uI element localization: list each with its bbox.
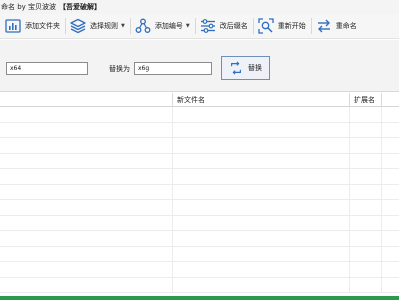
title-bar: 命名 by 宝贝波波 【吾爱破解】 — [0, 0, 399, 14]
table-cell — [172, 215, 349, 230]
file-table: 新文件名 扩展名 — [0, 93, 399, 296]
restart-label: 重新开始 — [277, 22, 306, 30]
table-cell — [172, 169, 349, 184]
table-cell — [349, 277, 381, 292]
table-cell — [349, 153, 381, 168]
replace-button-label: 替换 — [248, 64, 262, 72]
add-folder-button[interactable]: 添加文件夹 — [2, 16, 64, 37]
table-cell — [381, 231, 399, 246]
table-cell — [172, 107, 349, 122]
table-cell — [381, 246, 399, 261]
status-bar — [0, 296, 399, 300]
table-cell — [172, 153, 349, 168]
table-cell — [349, 184, 381, 199]
table-cell — [172, 184, 349, 199]
column-header-extra[interactable] — [381, 93, 399, 107]
network-icon — [135, 18, 151, 33]
column-header-new-name[interactable]: 新文件名 — [172, 93, 349, 107]
column-header-extension[interactable]: 扩展名 — [349, 93, 381, 107]
replace-icon — [231, 61, 241, 75]
table-row[interactable] — [0, 231, 399, 247]
table-row[interactable] — [0, 184, 399, 200]
rename-button[interactable]: 重命名 — [313, 16, 361, 37]
table-cell — [349, 246, 381, 261]
toolbar-divider — [194, 18, 196, 34]
table-cell — [381, 169, 399, 184]
table-cell — [172, 200, 349, 215]
table-cell — [349, 122, 381, 137]
toolbar-divider — [310, 18, 312, 34]
select-rules-label: 选择规则 — [90, 22, 118, 30]
toolbar-divider — [252, 18, 254, 34]
table-cell — [349, 215, 381, 230]
table-cell — [172, 138, 349, 153]
table-row[interactable] — [0, 153, 399, 169]
rename-label: 重命名 — [335, 22, 357, 30]
table-row[interactable] — [0, 215, 399, 231]
window-title: 命名 by 宝贝波波 — [1, 3, 57, 11]
replace-input[interactable] — [134, 62, 212, 75]
table-cell — [381, 107, 399, 122]
replace-with-label: 替换为 — [109, 65, 130, 73]
change-extension-button[interactable]: 改后缀名 — [197, 16, 252, 37]
table-cell — [349, 169, 381, 184]
swap-arrows-icon — [317, 19, 330, 33]
table-row[interactable] — [0, 277, 399, 293]
table-row[interactable] — [0, 107, 399, 123]
table-cell — [381, 138, 399, 153]
chevron-down-icon[interactable]: ▼ — [186, 23, 190, 29]
table-body — [0, 107, 399, 293]
table-row[interactable] — [0, 122, 399, 138]
table-cell — [349, 200, 381, 215]
column-header-original[interactable] — [0, 93, 172, 107]
title-badge: 【吾爱破解】 — [59, 3, 102, 11]
table-cell — [349, 262, 381, 277]
toolbar: 添加文件夹 选择规则 ▼ 添加编号 ▼ 改后缀名 重新开始 重命名 — [0, 14, 399, 39]
table-cell — [381, 184, 399, 199]
add-number-label: 添加编号 — [154, 22, 183, 30]
table-row[interactable] — [0, 262, 399, 278]
table-cell — [172, 246, 349, 261]
find-input[interactable] — [6, 62, 88, 75]
table-cell — [381, 153, 399, 168]
toolbar-divider — [65, 18, 66, 34]
sliders-icon — [200, 19, 215, 33]
table-cell — [172, 262, 349, 277]
chevron-down-icon[interactable]: ▼ — [121, 23, 125, 29]
table-cell — [349, 107, 381, 122]
replace-button[interactable]: 替换 — [221, 56, 270, 80]
table-cell — [172, 231, 349, 246]
add-folder-label: 添加文件夹 — [25, 22, 60, 30]
app-window: 命名 by 宝贝波波 【吾爱破解】 添加文件夹 选择规则 ▼ 添加编号 ▼ 改后… — [0, 0, 399, 300]
table-cell — [349, 231, 381, 246]
table-header: 新文件名 扩展名 — [0, 93, 399, 107]
table-cell — [381, 262, 399, 277]
table-cell — [349, 138, 381, 153]
table-row[interactable] — [0, 138, 399, 154]
table-cell — [172, 122, 349, 137]
table-cell — [381, 122, 399, 137]
table-row[interactable] — [0, 246, 399, 262]
table-cell — [381, 277, 399, 292]
add-number-button[interactable]: 添加编号 ▼ — [132, 16, 194, 37]
restart-button[interactable]: 重新开始 — [255, 16, 310, 37]
toolbar-divider — [129, 18, 131, 34]
select-rules-button[interactable]: 选择规则 ▼ — [67, 16, 129, 37]
table-row[interactable] — [0, 169, 399, 185]
table-cell — [381, 215, 399, 230]
table-row[interactable] — [0, 200, 399, 216]
search-reset-icon — [258, 18, 274, 34]
table-cell — [381, 200, 399, 215]
layers-icon — [70, 18, 86, 34]
change-extension-label: 改后缀名 — [219, 22, 248, 30]
table-cell — [172, 277, 349, 292]
add-folder-icon — [5, 19, 21, 33]
